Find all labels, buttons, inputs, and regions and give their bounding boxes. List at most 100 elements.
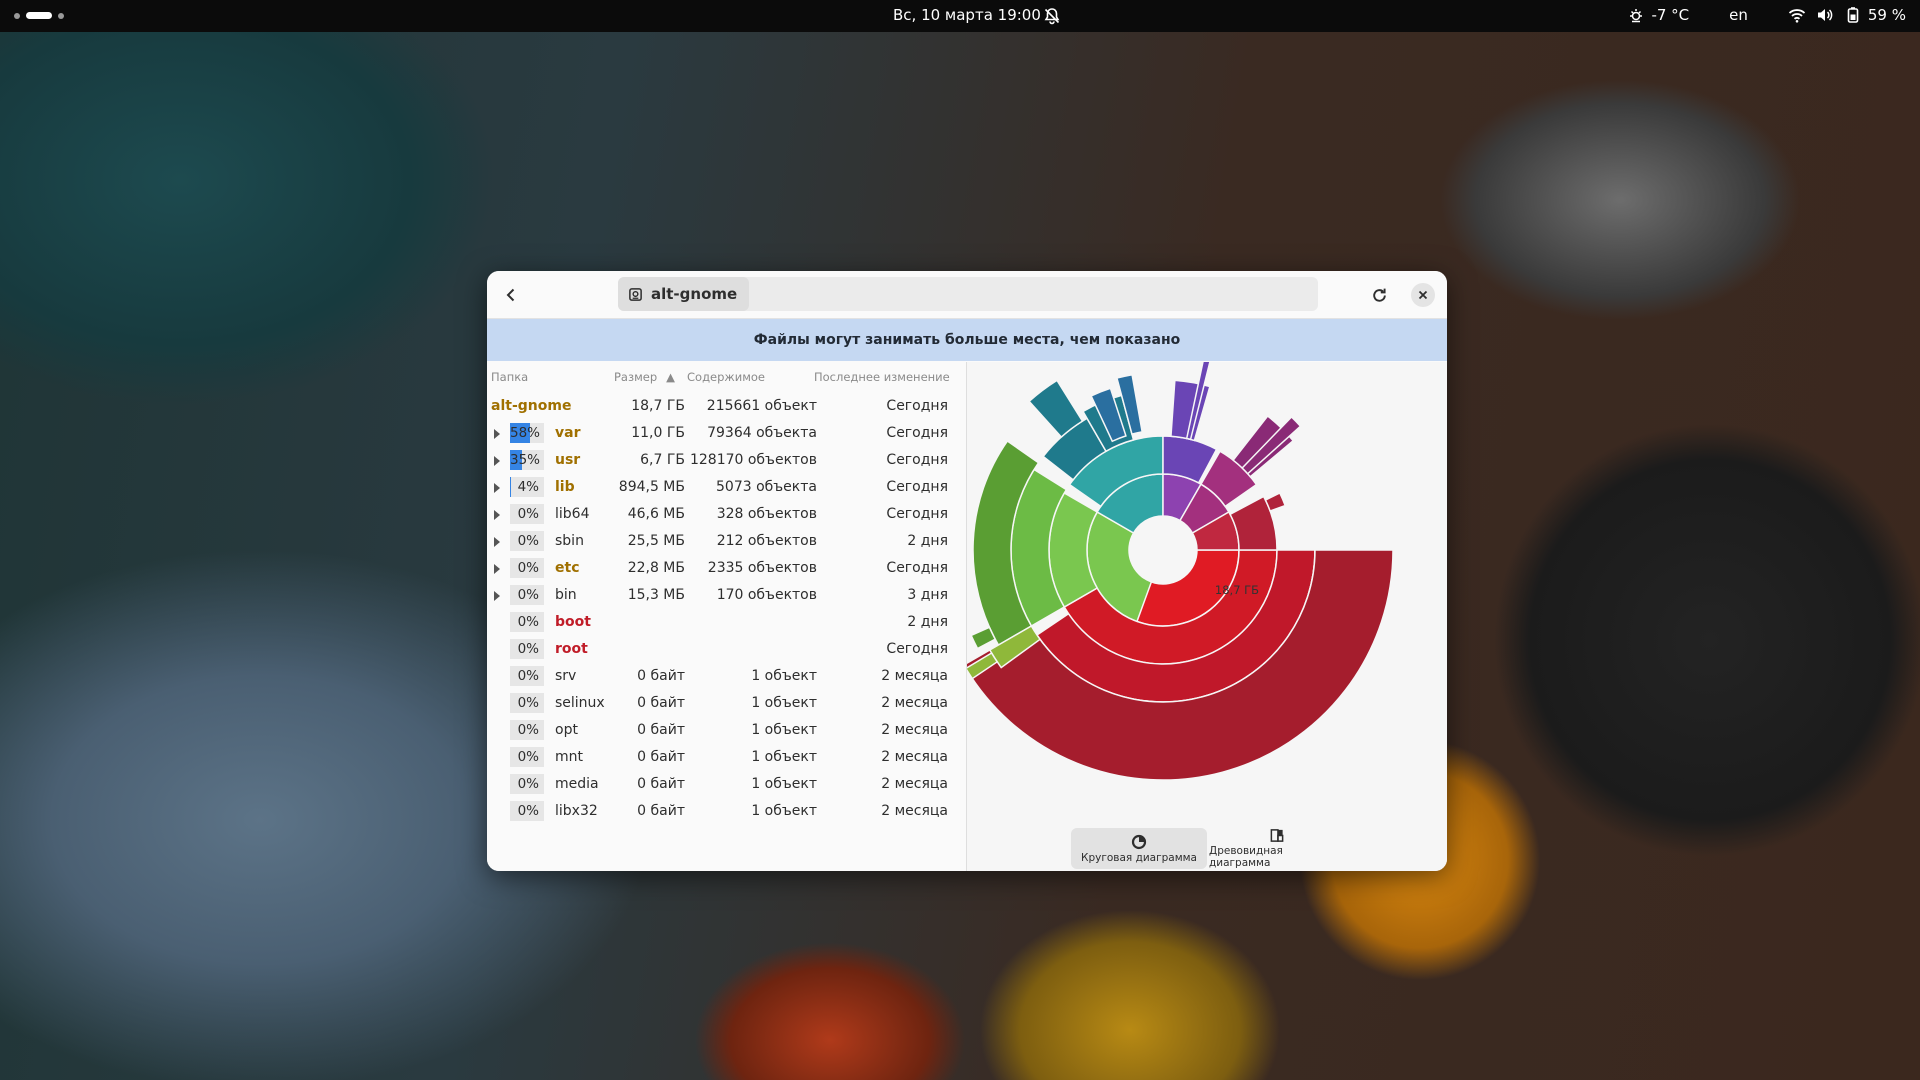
folder-row-etc[interactable]: 0% etc 22,8 МБ 2335 объектов Сегодня	[487, 555, 966, 582]
usage-bar: 58%	[510, 423, 544, 443]
root-row[interactable]: alt-gnome 18,7 ГБ 215661 объект Сегодня	[487, 393, 966, 420]
view-switcher[interactable]: Круговая диаграмма Древовидная диаграмма	[1071, 828, 1345, 869]
disk-usage-window: alt-gnome Файлы могут занимать больше ме…	[487, 271, 1447, 871]
folder-row-root[interactable]: 0% root Сегодня	[487, 636, 966, 663]
folder-name: media	[555, 776, 599, 792]
usage-percent: 0%	[517, 776, 539, 792]
usage-bar: 35%	[510, 450, 544, 470]
tree-chart-tab-label: Древовидная диаграмма	[1209, 845, 1283, 869]
folder-row-lib[interactable]: 4% lib 894,5 МБ 5073 объекта Сегодня	[487, 474, 966, 501]
ring-chart-tab[interactable]: Круговая диаграмма	[1071, 828, 1207, 869]
folder-contents: 79364 объекта	[707, 425, 817, 441]
root-contents: 215661 объект	[706, 398, 817, 414]
folder-row-lib64[interactable]: 0% lib64 46,6 МБ 328 объектов Сегодня	[487, 501, 966, 528]
folder-name: usr	[555, 452, 581, 468]
tree-chart-tab[interactable]: Древовидная диаграмма	[1209, 828, 1345, 869]
folder-modified: Сегодня	[886, 452, 948, 468]
expander-icon[interactable]	[493, 420, 503, 449]
folder-row-boot[interactable]: 0% boot 2 дня	[487, 609, 966, 636]
workspace-indicator[interactable]	[14, 12, 64, 19]
notifications-muted-icon[interactable]	[1043, 7, 1061, 25]
temperature: -7 °C	[1651, 6, 1690, 24]
workspace-dot[interactable]	[58, 12, 64, 19]
expander-icon[interactable]	[493, 528, 503, 557]
weather[interactable]: -7 °C	[1627, 6, 1689, 24]
column-header-modified[interactable]: Последнее изменение	[814, 362, 950, 392]
top-bar: Вс, 10 марта 19:00 -7 °C en 59 %	[0, 0, 1920, 32]
path-bar[interactable]: alt-gnome	[618, 277, 1318, 311]
usage-percent: 58%	[510, 425, 541, 441]
folder-name: srv	[555, 668, 577, 684]
expander-icon[interactable]	[493, 555, 503, 584]
expander-icon[interactable]	[493, 474, 503, 503]
folder-name: etc	[555, 560, 580, 576]
battery-status[interactable]: 59 %	[1844, 6, 1906, 24]
volume-status[interactable]	[1816, 6, 1834, 24]
reload-icon	[1372, 288, 1386, 302]
folder-list[interactable]: Папка Размер ▲ Содержимое Последнее измен…	[487, 362, 966, 871]
expander-icon[interactable]	[493, 447, 503, 476]
expander-icon[interactable]	[493, 501, 503, 530]
workspace-active[interactable]	[26, 12, 52, 19]
folder-size: 0 байт	[637, 776, 685, 792]
folder-modified: 2 месяца	[881, 695, 948, 711]
folder-contents: 1 объект	[751, 695, 817, 711]
folder-size: 11,0 ГБ	[631, 425, 685, 441]
folder-size: 894,5 МБ	[618, 479, 685, 495]
reload-button[interactable]	[1366, 282, 1392, 308]
usage-bar-fill	[510, 477, 512, 497]
usage-percent: 0%	[517, 587, 539, 603]
usage-bar: 0%	[510, 720, 544, 740]
column-header-folder[interactable]: Папка	[491, 362, 528, 392]
chart-pane: 18,7 ГБ Круговая диаграмма Древовидная д…	[966, 362, 1447, 871]
folder-row-srv[interactable]: 0% srv 0 байт 1 объект 2 месяца	[487, 663, 966, 690]
path-label: alt-gnome	[651, 285, 738, 303]
wifi-status[interactable]	[1788, 6, 1806, 24]
back-button[interactable]	[497, 281, 525, 309]
usage-bar: 0%	[510, 531, 544, 551]
folder-contents: 1 объект	[751, 668, 817, 684]
folder-row-media[interactable]: 0% media 0 байт 1 объект 2 месяца	[487, 771, 966, 798]
folder-row-bin[interactable]: 0% bin 15,3 МБ 170 объектов 3 дня	[487, 582, 966, 609]
usage-percent: 0%	[517, 641, 539, 657]
workspace-dot[interactable]	[14, 12, 20, 19]
usage-percent: 0%	[517, 695, 539, 711]
system-tray[interactable]: -7 °C en 59 %	[1627, 6, 1906, 24]
column-header-contents[interactable]: Содержимое	[687, 362, 765, 392]
usage-bar: 0%	[510, 639, 544, 659]
folder-contents: 328 объектов	[716, 506, 817, 522]
path-crumb[interactable]: alt-gnome	[618, 277, 750, 311]
usage-percent: 4%	[517, 479, 539, 495]
folder-name: selinux	[555, 695, 605, 711]
folder-modified: 2 дня	[907, 533, 948, 549]
expander-icon[interactable]	[493, 582, 503, 611]
folder-row-sbin[interactable]: 0% sbin 25,5 МБ 212 объектов 2 дня	[487, 528, 966, 555]
folder-row-usr[interactable]: 35% usr 6,7 ГБ 128170 объектов Сегодня	[487, 447, 966, 474]
keyboard-layout[interactable]: en	[1729, 6, 1748, 24]
folder-contents: 128170 объектов	[689, 452, 817, 468]
folder-size: 25,5 МБ	[627, 533, 685, 549]
header-bar: alt-gnome	[487, 271, 1447, 319]
folder-modified: Сегодня	[886, 479, 948, 495]
folder-row-var[interactable]: 58% var 11,0 ГБ 79364 объекта Сегодня	[487, 420, 966, 447]
folder-row-opt[interactable]: 0% opt 0 байт 1 объект 2 месяца	[487, 717, 966, 744]
folder-row-libx32[interactable]: 0% libx32 0 байт 1 объект 2 месяца	[487, 798, 966, 825]
folder-row-selinux[interactable]: 0% selinux 0 байт 1 объект 2 месяца	[487, 690, 966, 717]
folder-size: 46,6 МБ	[627, 506, 685, 522]
folder-size: 0 байт	[637, 722, 685, 738]
root-modified: Сегодня	[886, 398, 948, 414]
close-button[interactable]	[1411, 283, 1435, 307]
ring-segment-usr-child[interactable]	[970, 626, 997, 650]
usage-percent: 0%	[517, 722, 539, 738]
usage-bar: 0%	[510, 747, 544, 767]
folder-modified: 2 месяца	[881, 803, 948, 819]
folder-name: lib	[555, 479, 575, 495]
folder-contents: 212 объектов	[716, 533, 817, 549]
clock[interactable]: Вс, 10 марта 19:00	[893, 6, 1041, 24]
ring-segment-sbin-child[interactable]	[1264, 492, 1287, 512]
folder-row-mnt[interactable]: 0% mnt 0 байт 1 объект 2 месяца	[487, 744, 966, 771]
column-header-size[interactable]: Размер ▲	[614, 362, 675, 392]
folder-modified: Сегодня	[886, 425, 948, 441]
chevron-left-icon	[506, 288, 515, 302]
usage-bar: 0%	[510, 585, 544, 605]
